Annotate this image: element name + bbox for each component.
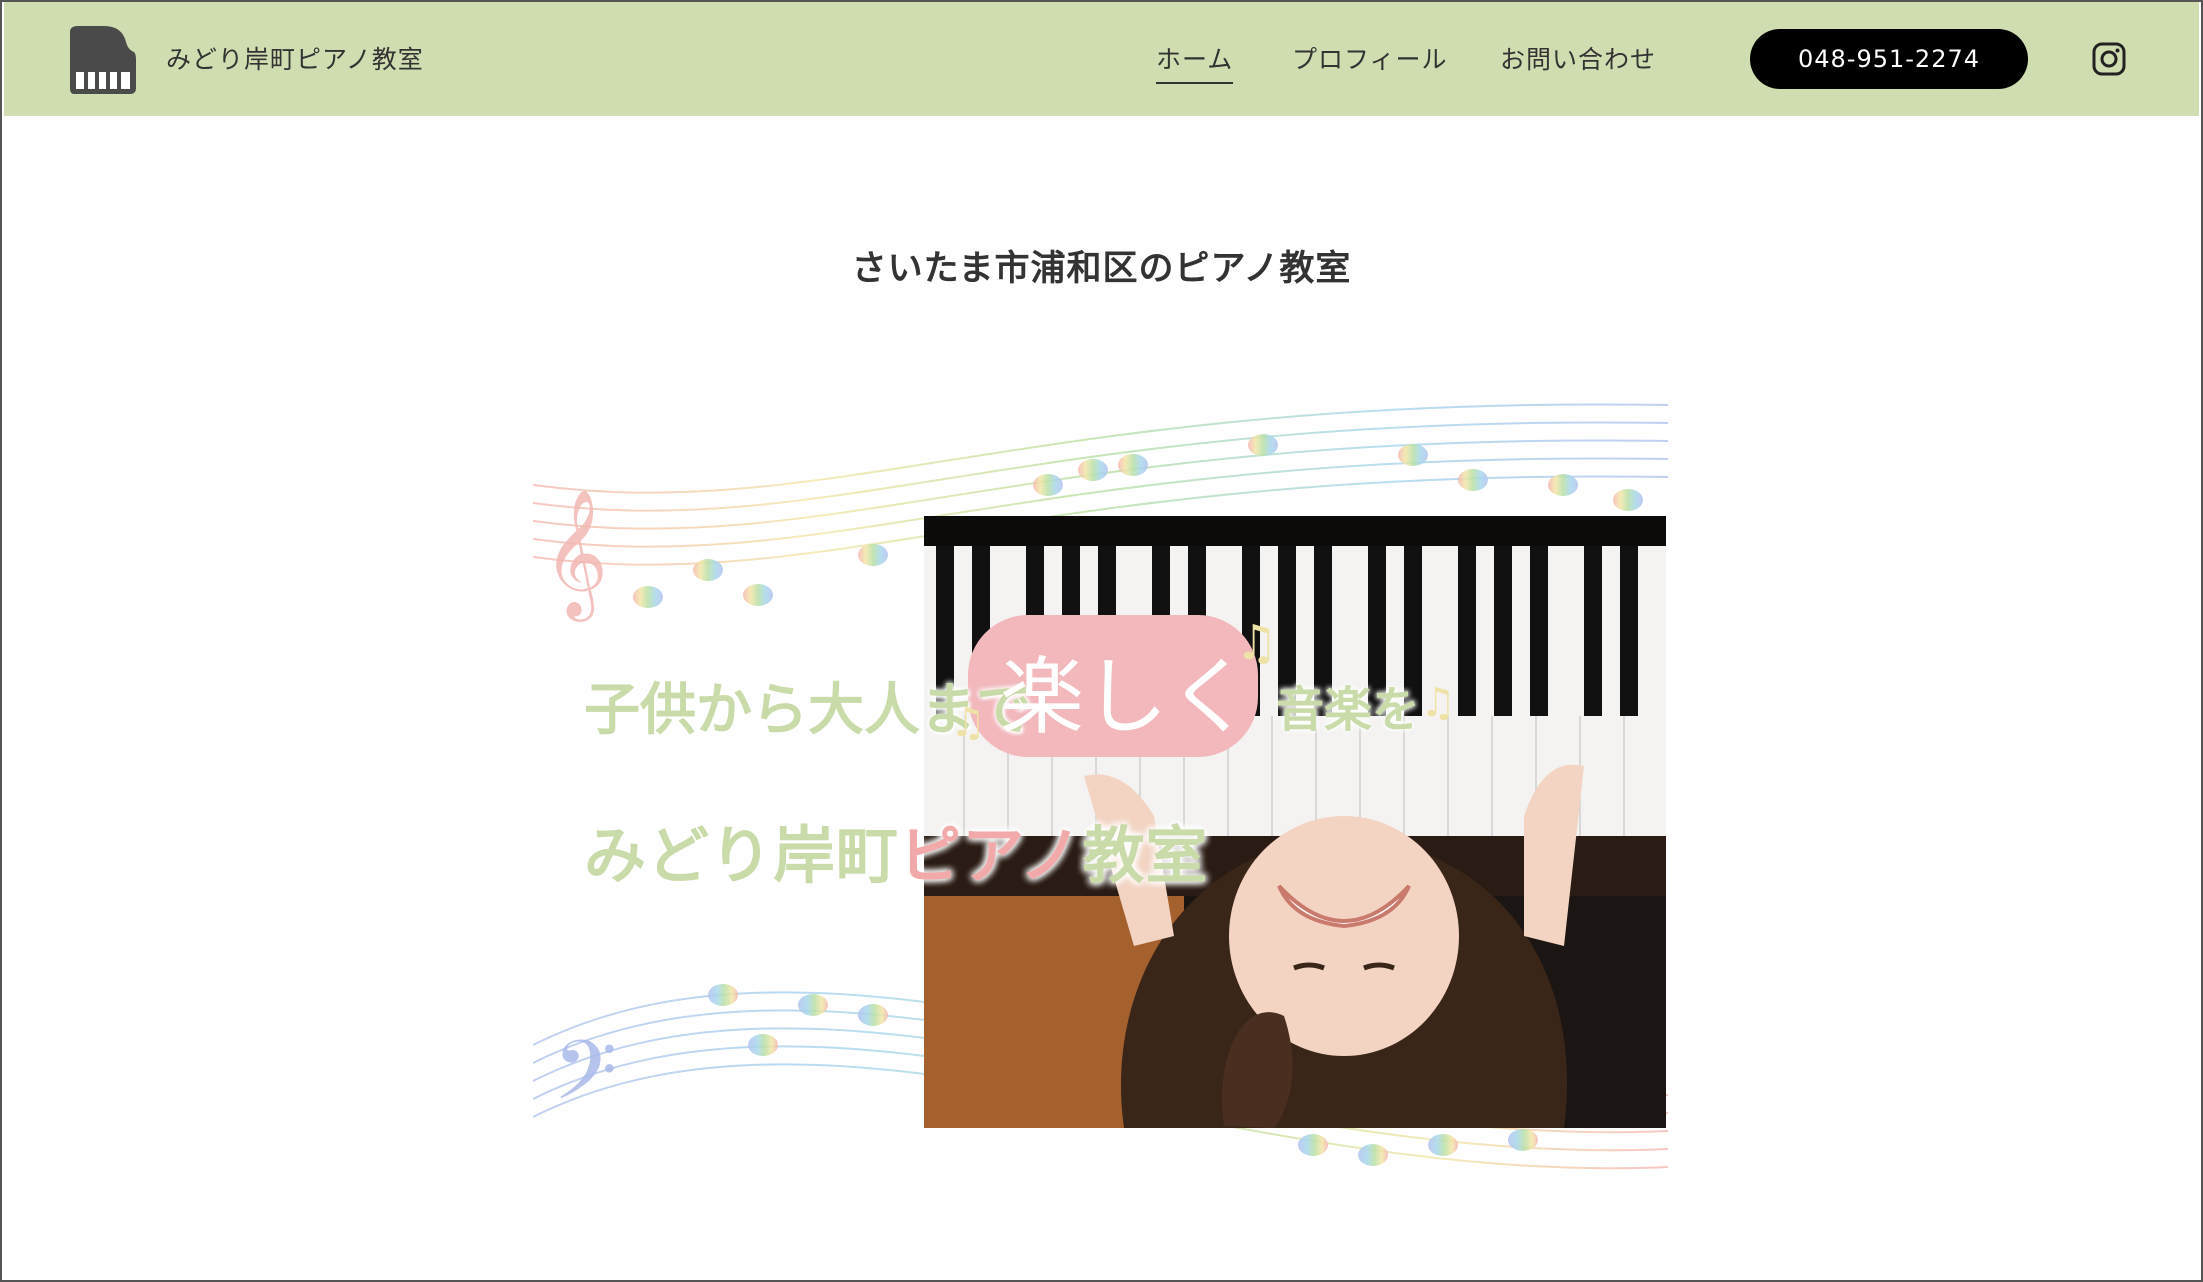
hero-school-title: みどり岸町ピアノ教室 <box>584 805 1208 895</box>
nav-home[interactable]: ホーム <box>1156 40 1234 84</box>
hero-title-green: みどり岸町 <box>584 819 900 892</box>
hero-tagline-part2: 音楽を <box>1276 682 1421 738</box>
site-name[interactable]: みどり岸町ピアノ教室 <box>166 40 424 76</box>
piano-icon[interactable] <box>64 24 140 96</box>
hero-title-green-2: 教室 <box>1082 819 1209 892</box>
svg-text:𝄢: 𝄢 <box>553 1022 617 1139</box>
nav-contact[interactable]: お問い合わせ <box>1500 40 1656 76</box>
music-note-icon: ♫ <box>1235 615 1279 671</box>
hero-tagline-highlight: 楽しく <box>1000 648 1253 746</box>
nav-profile[interactable]: プロフィール <box>1292 40 1448 76</box>
phone-button[interactable]: 048-951-2274 <box>1750 29 2028 89</box>
instagram-icon[interactable] <box>2092 42 2126 76</box>
music-note-icon: ♫ <box>1420 680 1456 726</box>
hero-title-pink: ピアノ <box>899 819 1083 892</box>
music-note-icon: ♫ <box>950 700 986 746</box>
svg-text:𝄞: 𝄞 <box>543 488 608 622</box>
page-title: さいたま市浦和区のピアノ教室 <box>851 249 1352 289</box>
site-header: みどり岸町ピアノ教室 ホーム プロフィール お問い合わせ 048-951-227… <box>4 2 2199 116</box>
